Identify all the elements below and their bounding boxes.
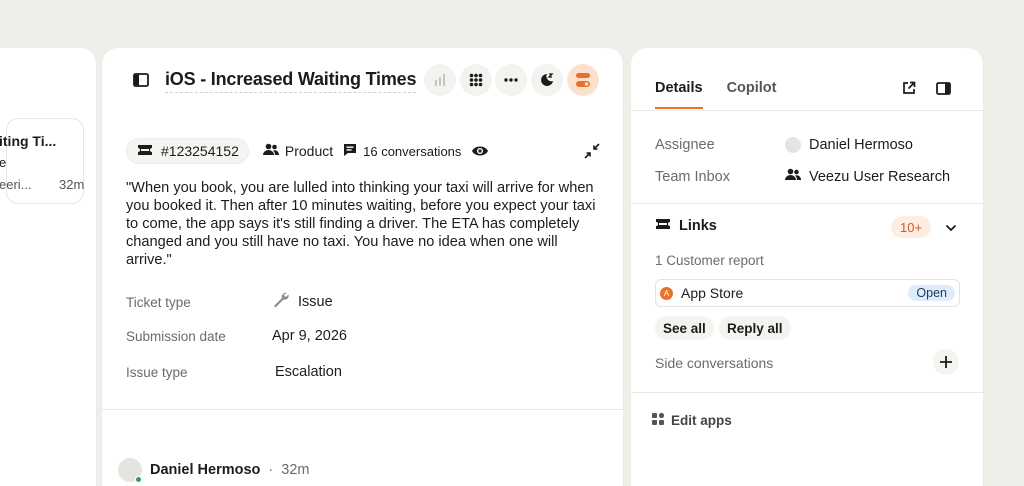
links-label: Links — [679, 218, 717, 234]
customer-report-count: 1 Customer report — [655, 253, 764, 268]
conversation-card-time: 32m — [59, 177, 85, 192]
apps-icon — [651, 412, 665, 429]
online-status-dot — [135, 476, 142, 483]
conversation-card-title: iting Ti... — [0, 133, 57, 149]
eye-icon[interactable] — [471, 145, 489, 157]
ticket-meta: #123254152 Product 16 conversations — [126, 138, 489, 164]
collapse-icon[interactable] — [582, 141, 602, 161]
submission-date-label: Submission date — [126, 328, 226, 344]
ticket-id: #123254152 — [161, 143, 239, 159]
links-header[interactable]: Links — [655, 218, 717, 234]
ticket-icon — [137, 143, 153, 159]
toggle-icon[interactable] — [567, 64, 599, 96]
chevron-down-icon[interactable] — [943, 220, 959, 236]
bar-chart-icon[interactable] — [424, 64, 456, 96]
message-author-row: Daniel Hermoso · 32m — [118, 458, 310, 483]
apps-divider — [631, 392, 983, 393]
people-icon — [262, 143, 279, 159]
ticket-title[interactable]: iOS - Increased Waiting Times — [165, 69, 416, 93]
team-tag[interactable]: Product — [262, 143, 334, 159]
conversation-card-subtitle: e — [0, 155, 7, 170]
submission-date-value[interactable]: Apr 9, 2026 — [272, 328, 347, 344]
tab-copilot[interactable]: Copilot — [727, 80, 777, 109]
open-external-icon[interactable] — [899, 78, 919, 98]
tab-details[interactable]: Details — [655, 80, 703, 109]
ticket-icon — [655, 218, 671, 234]
message-time: 32m — [281, 462, 310, 478]
assignee-row: Assignee Daniel Hermoso — [655, 137, 913, 153]
details-tabs: Details Copilot — [655, 80, 777, 109]
more-icon[interactable] — [495, 64, 527, 96]
sidebar-toggle-icon[interactable] — [130, 69, 152, 91]
details-panel: Details Copilot Assignee Daniel Hermoso … — [631, 48, 983, 486]
assignee-avatar — [785, 137, 801, 153]
assignee-value[interactable]: Daniel Hermoso — [785, 137, 913, 153]
grid-icon[interactable] — [460, 64, 492, 96]
ticket-type-row: Ticket type Issue — [126, 291, 333, 313]
side-conversations-label: Side conversations — [655, 355, 774, 371]
ticket-panel: iOS - Increased Waiting Times #123254152 — [102, 48, 623, 486]
status-badge: Open — [908, 285, 955, 301]
issue-type-value[interactable]: Escalation — [272, 364, 342, 380]
people-icon — [785, 168, 802, 185]
ticket-id-pill[interactable]: #123254152 — [126, 138, 249, 164]
ticket-type-label: Ticket type — [126, 294, 191, 310]
conversation-list-panel: iting Ti... e eeri... 32m — [0, 48, 96, 486]
team-inbox-label: Team Inbox — [655, 168, 730, 185]
team-inbox-row: Team Inbox Veezu User Research — [655, 168, 950, 185]
reply-all-button[interactable]: Reply all — [719, 316, 791, 340]
ticket-description: "When you book, you are lulled into thin… — [126, 180, 596, 268]
edit-apps-label: Edit apps — [671, 413, 732, 428]
add-icon[interactable] — [933, 349, 959, 375]
submission-date-row: Submission date Apr 9, 2026 — [126, 328, 347, 344]
issue-type-label: Issue type — [126, 364, 188, 380]
conversation-card-assignee: eeri... — [0, 177, 32, 192]
links-count-badge: 10+ — [891, 216, 932, 238]
ticket-header: iOS - Increased Waiting Times — [102, 48, 623, 112]
chat-icon — [343, 143, 357, 160]
conversation-card[interactable]: iting Ti... e eeri... 32m — [0, 118, 85, 204]
avatar[interactable] — [118, 458, 142, 483]
assignee-label: Assignee — [655, 137, 715, 153]
report-name: App Store — [681, 285, 744, 301]
team-inbox-value[interactable]: Veezu User Research — [785, 168, 950, 185]
see-all-button[interactable]: See all — [655, 316, 714, 340]
snooze-icon[interactable] — [531, 64, 563, 96]
tabs-divider — [631, 110, 983, 111]
customer-report-item[interactable]: A App Store Open — [655, 279, 960, 307]
wrench-icon — [272, 291, 290, 313]
app-store-icon: A — [660, 286, 673, 300]
issue-type-row: Issue type Escalation — [126, 364, 342, 380]
conversations-link[interactable]: 16 conversations — [343, 143, 461, 160]
edit-apps-button[interactable]: Edit apps — [651, 412, 732, 429]
ticket-type-value[interactable]: Issue — [272, 291, 333, 313]
conversations-count: 16 conversations — [363, 143, 462, 159]
details-divider — [631, 203, 983, 204]
separator-dot: · — [268, 462, 274, 478]
panel-toggle-icon[interactable] — [933, 78, 953, 98]
team-name: Product — [284, 143, 334, 159]
author-name[interactable]: Daniel Hermoso — [150, 462, 260, 478]
section-divider — [102, 409, 623, 410]
